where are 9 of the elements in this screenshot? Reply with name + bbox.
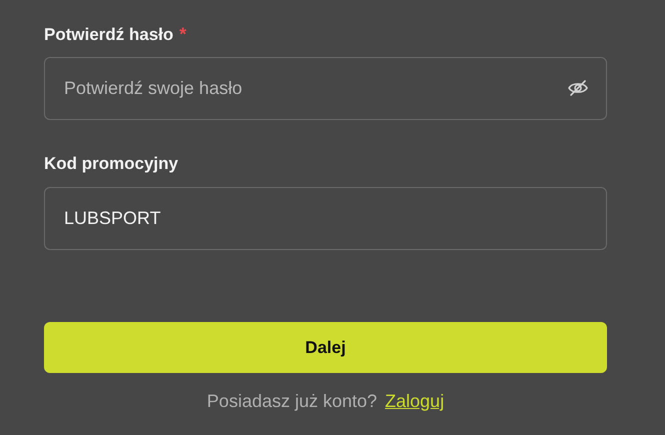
footer-text: Posiadasz już konto? [206, 391, 378, 412]
hidden-eye-icon[interactable] [567, 79, 589, 97]
field-label: Potwierdź hasło [44, 25, 174, 45]
next-button[interactable]: Dalej [44, 322, 607, 373]
input-field[interactable]: LUBSPORT [44, 187, 607, 250]
input-field[interactable]: Potwierdź swoje hasło [44, 57, 607, 120]
field-label: Kod promocyjny [44, 154, 178, 174]
login-link[interactable]: Zaloguj [385, 391, 444, 412]
required-mark: * [179, 24, 186, 45]
